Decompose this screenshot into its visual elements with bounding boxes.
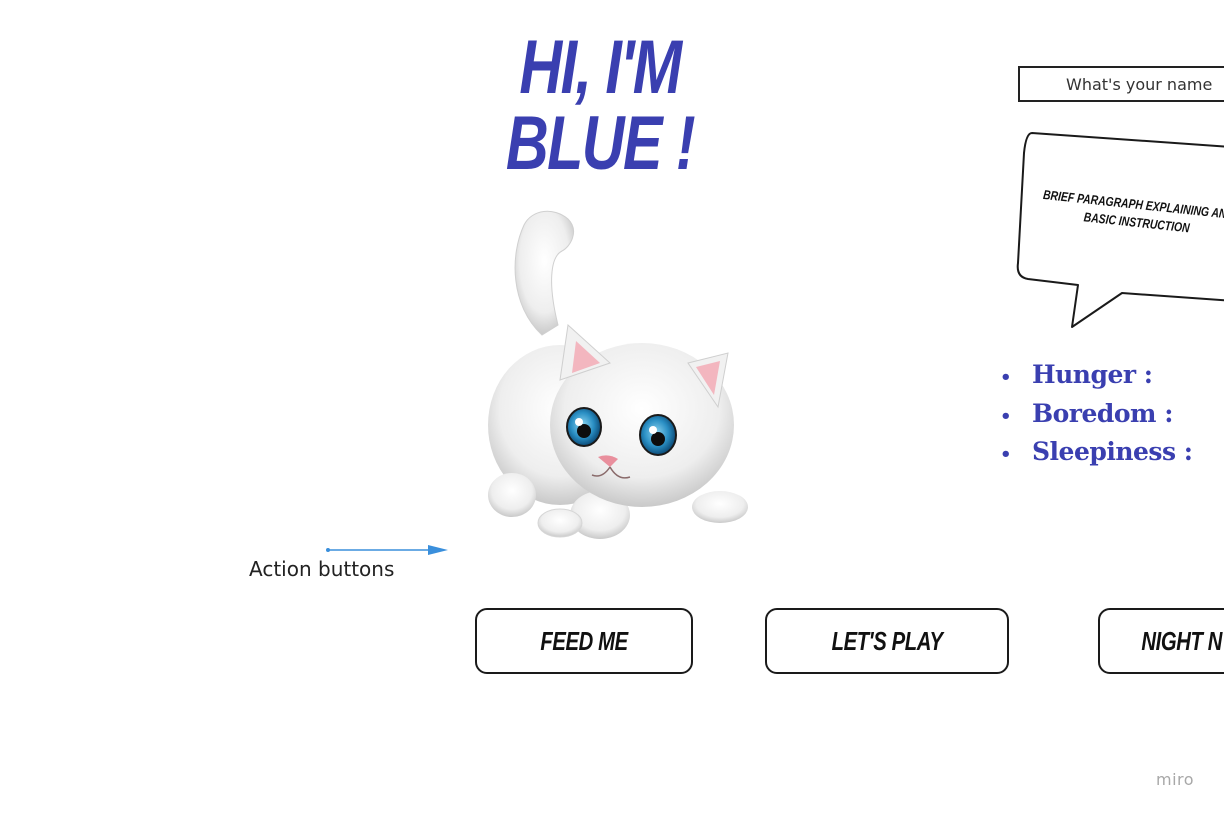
board-canvas: Hi, I'm Blue ! Brief paragraph explainin… [0,0,1224,816]
page-title: Hi, I'm Blue ! [505,25,696,186]
bullet-icon: • [1000,405,1012,427]
kitten-image [488,210,748,539]
stat-hunger: • Hunger : [1000,356,1193,395]
name-field-frame [1018,66,1224,102]
stat-sleepiness: • Sleepiness : [1000,433,1193,472]
lets-play-button[interactable]: Let's play [765,608,1009,674]
annotation-label: Action buttons [249,557,395,581]
bullet-icon: • [1000,444,1012,465]
stats-list: • Hunger : • Boredom : • Sleepiness : [1000,356,1193,472]
bullet-icon: • [1000,367,1012,388]
night-button[interactable]: Night n [1098,608,1224,674]
feed-me-label: Feed me [540,625,628,656]
stat-label: Hunger : [1032,360,1153,389]
feed-me-button[interactable]: Feed me [475,608,693,674]
stat-label: Sleepiness : [1032,437,1193,466]
lets-play-label: Let's play [831,625,943,656]
stat-boredom: • Boredom : [1000,395,1193,434]
night-label: Night n [1141,625,1223,656]
miro-logo: miro [1156,770,1195,789]
stat-label: Boredom : [1032,398,1173,428]
name-input[interactable] [1020,68,1224,100]
